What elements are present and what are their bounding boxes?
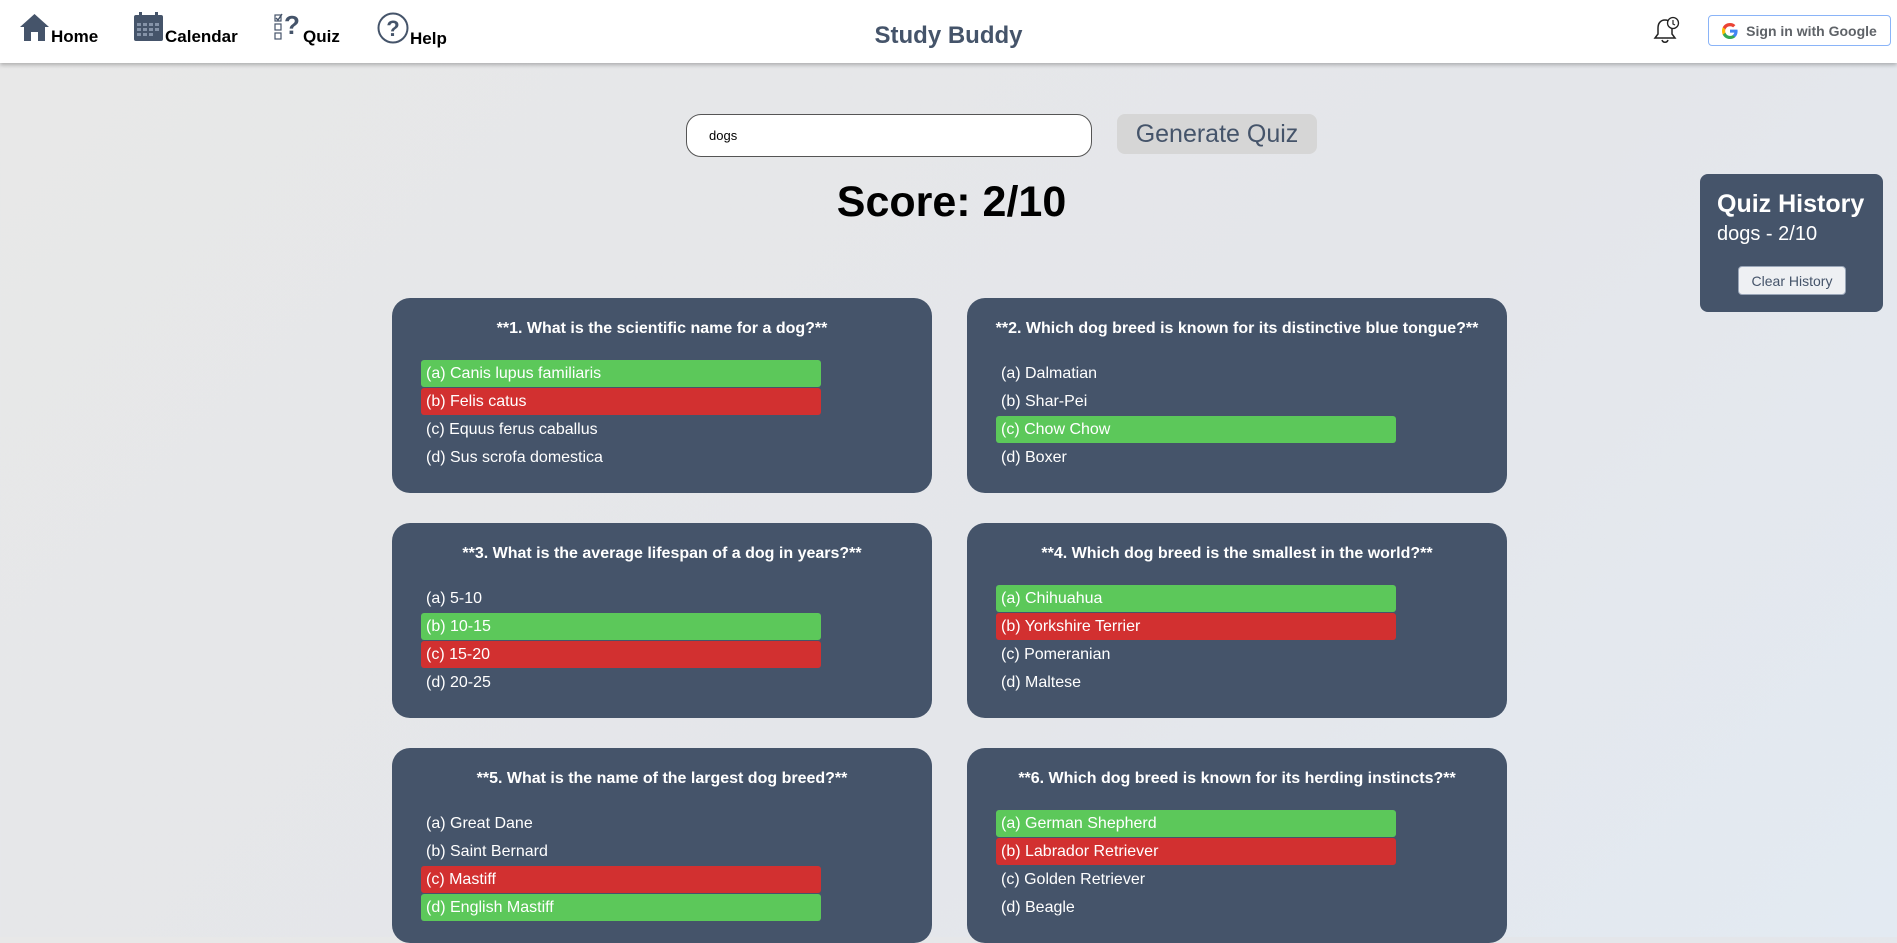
answer-option[interactable]: (d) Boxer <box>996 444 1396 471</box>
answer-option[interactable]: (a) Chihuahua <box>996 585 1396 612</box>
answer-option[interactable]: (c) Mastiff <box>421 866 821 893</box>
question-text: **5. What is the name of the largest dog… <box>476 770 848 787</box>
answer-option[interactable]: (c) Pomeranian <box>996 641 1396 668</box>
answer-option[interactable]: (b) Saint Bernard <box>421 838 821 865</box>
answer-option[interactable]: (d) English Mastiff <box>421 894 821 921</box>
quiz-history-entry[interactable]: dogs - 2/10 <box>1717 223 1883 246</box>
answer-option[interactable]: (d) Maltese <box>996 669 1396 696</box>
answer-option[interactable]: (b) Yorkshire Terrier <box>996 613 1396 640</box>
answer-option[interactable]: (b) Shar-Pei <box>996 388 1396 415</box>
google-logo-icon <box>1722 22 1738 39</box>
answer-option[interactable]: (d) Sus scrofa domestica <box>421 444 821 471</box>
question-card: **1. What is the scientific name for a d… <box>392 298 932 493</box>
clear-history-button[interactable]: Clear History <box>1738 266 1846 295</box>
notification-bell-icon[interactable] <box>1653 16 1681 49</box>
score-display: Score: 2/10 <box>836 178 1067 226</box>
answer-option[interactable]: (a) Great Dane <box>421 810 821 837</box>
google-sign-in-label: Sign in with Google <box>1746 22 1877 39</box>
answer-option[interactable]: (a) German Shepherd <box>996 810 1396 837</box>
question-card: **3. What is the average lifespan of a d… <box>392 523 932 718</box>
answer-option[interactable]: (c) 15-20 <box>421 641 821 668</box>
question-card: **5. What is the name of the largest dog… <box>392 748 932 943</box>
answer-option[interactable]: (a) 5-10 <box>421 585 821 612</box>
answer-option[interactable]: (d) 20-25 <box>421 669 821 696</box>
answer-option[interactable]: (b) Labrador Retriever <box>996 838 1396 865</box>
question-card: **4. Which dog breed is the smallest in … <box>967 523 1507 718</box>
answer-option[interactable]: (b) Felis catus <box>421 388 821 415</box>
question-text: **4. Which dog breed is the smallest in … <box>1041 545 1433 562</box>
quiz-history-title: Quiz History <box>1717 190 1865 218</box>
question-text: **3. What is the average lifespan of a d… <box>462 545 862 562</box>
navbar: Home Calendar ? Quiz ? Help Study Buddy … <box>0 0 1897 63</box>
google-sign-in-button[interactable]: Sign in with Google <box>1708 15 1891 46</box>
topic-search-input[interactable] <box>686 114 1092 157</box>
question-card: **2. Which dog breed is known for its di… <box>967 298 1507 493</box>
question-text: **2. Which dog breed is known for its di… <box>995 320 1479 337</box>
answer-option[interactable]: (b) 10-15 <box>421 613 821 640</box>
quiz-history-panel: Quiz History dogs - 2/10 Clear History <box>1700 174 1883 312</box>
answer-option[interactable]: (c) Golden Retriever <box>996 866 1396 893</box>
answer-option[interactable]: (c) Chow Chow <box>996 416 1396 443</box>
answer-option[interactable]: (a) Dalmatian <box>996 360 1396 387</box>
question-card: **6. Which dog breed is known for its he… <box>967 748 1507 943</box>
answer-option[interactable]: (c) Equus ferus caballus <box>421 416 821 443</box>
question-text: **6. Which dog breed is known for its he… <box>1018 770 1456 787</box>
answer-option[interactable]: (a) Canis lupus familiaris <box>421 360 821 387</box>
answer-option[interactable]: (d) Beagle <box>996 894 1396 921</box>
question-text: **1. What is the scientific name for a d… <box>496 320 828 337</box>
app-title: Study Buddy <box>874 22 1023 49</box>
generate-quiz-button[interactable]: Generate Quiz <box>1117 114 1317 154</box>
